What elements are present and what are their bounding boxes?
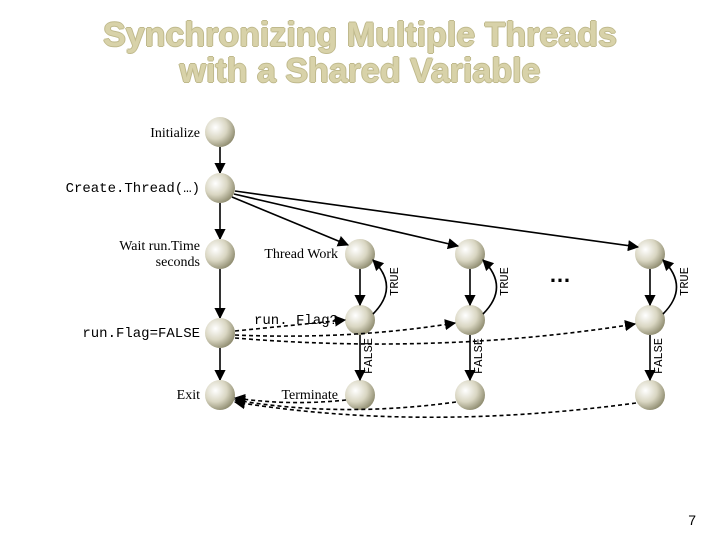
node-exit — [205, 380, 235, 410]
diagram: Initialize Create.Thread(…) Wait run.Tim… — [0, 0, 720, 540]
label-create-thread: Create.Thread(…) — [66, 181, 200, 197]
page-number: 7 — [688, 512, 696, 528]
slide: Synchronizing Multiple Threads with a Sh… — [0, 0, 720, 540]
label-true-3: TRUE — [678, 267, 692, 296]
node-terminate-2 — [455, 380, 485, 410]
edge-spawn-2 — [234, 194, 458, 246]
node-thread-work-2 — [455, 239, 485, 269]
label-true-2: TRUE — [498, 267, 512, 296]
label-wait-runtime-1: Wait run.Time — [119, 239, 200, 254]
node-create-thread — [205, 173, 235, 203]
label-thread-work: Thread Work — [264, 247, 338, 262]
label-wait-runtime-2: seconds — [156, 255, 200, 270]
label-runflag-false: run.Flag=FALSE — [82, 326, 200, 342]
node-thread-work-3 — [635, 239, 665, 269]
node-wait-runtime — [205, 239, 235, 269]
edge-true-loop-1 — [373, 260, 387, 314]
node-runflag-q-1 — [345, 305, 375, 335]
edge-spawn-3 — [235, 191, 638, 247]
node-initialize — [205, 117, 235, 147]
node-terminate-1 — [345, 380, 375, 410]
node-runflag-false — [205, 318, 235, 348]
label-false-2: FALSE — [472, 338, 486, 374]
label-runflag-q: run. Flag? — [254, 313, 338, 329]
label-exit: Exit — [177, 388, 200, 403]
node-terminate-3 — [635, 380, 665, 410]
node-runflag-q-2 — [455, 305, 485, 335]
label-false-3: FALSE — [652, 338, 666, 374]
label-initialize: Initialize — [150, 126, 200, 141]
label-true-1: TRUE — [388, 267, 402, 296]
edge-term-to-exit-3 — [235, 402, 636, 417]
node-runflag-q-3 — [635, 305, 665, 335]
node-thread-work-1 — [345, 239, 375, 269]
ellipsis: … — [549, 262, 571, 287]
edge-true-loop-3 — [663, 260, 677, 314]
edge-true-loop-2 — [483, 260, 497, 314]
